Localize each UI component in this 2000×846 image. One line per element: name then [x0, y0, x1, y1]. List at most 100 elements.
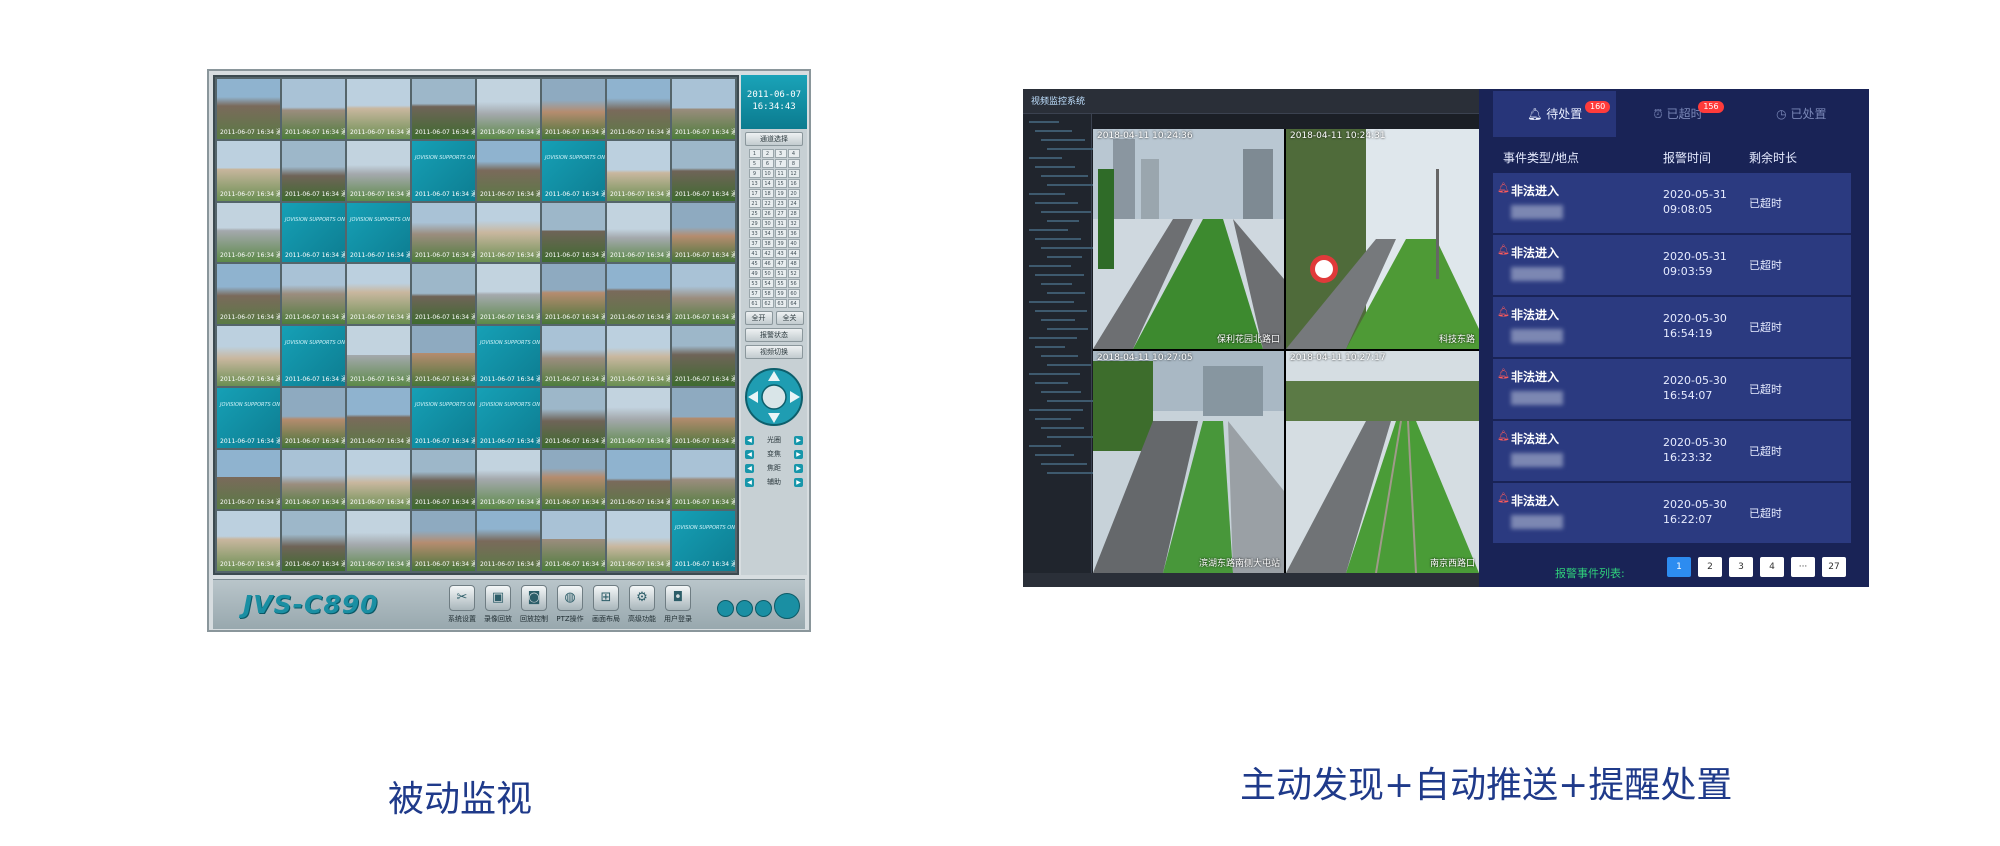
- camera-cell[interactable]: 2011-06-07 16:34 通道: [347, 326, 410, 386]
- tree-node[interactable]: [1035, 274, 1084, 276]
- channel-number-button[interactable]: 19: [774, 189, 787, 198]
- page-button[interactable]: 3: [1729, 557, 1753, 577]
- camera-cell[interactable]: 2011-06-07 16:34 通道: [282, 79, 345, 139]
- tree-node[interactable]: [1029, 265, 1071, 267]
- tree-node[interactable]: [1041, 463, 1087, 465]
- tab-handled[interactable]: ◷ 已处置: [1740, 91, 1863, 137]
- tree-node[interactable]: [1029, 229, 1068, 231]
- camera-cell[interactable]: 2011-06-07 16:34 通道: [542, 264, 605, 324]
- video-view-2[interactable]: 2018-04-11 10:24:31 科技东路: [1286, 129, 1479, 349]
- camera-cell[interactable]: JOVISION SUPPORTS ONLINE 2011-06-07 16:34…: [282, 326, 345, 386]
- channel-number-button[interactable]: 43: [774, 249, 787, 258]
- camera-cell[interactable]: 2011-06-07 16:34 通道: [282, 511, 345, 571]
- camera-cell[interactable]: 2011-06-07 16:34 通道: [477, 140, 540, 201]
- playback-control-button[interactable]: ◙ 回放控制: [517, 585, 551, 624]
- tree-node[interactable]: [1029, 445, 1061, 447]
- camera-cell[interactable]: 2011-06-07 16:34 通道: [412, 202, 475, 263]
- camera-cell[interactable]: JOVISION SUPPORTS ONLINE 2011-06-07 16:34…: [412, 387, 475, 448]
- event-row[interactable]: 🔔︎ 非法进入 2020-05-30 16:54:07 已超时: [1493, 359, 1851, 419]
- open-all-button[interactable]: 全开: [744, 311, 773, 325]
- tree-node[interactable]: [1047, 436, 1097, 438]
- channel-number-button[interactable]: 57: [748, 289, 761, 298]
- tree-node[interactable]: [1035, 382, 1068, 384]
- camera-cell[interactable]: 2011-06-07 16:34 通道: [347, 264, 410, 324]
- event-row[interactable]: 🔔︎ 非法进入 2020-05-31 09:03:59 已超时: [1493, 235, 1851, 295]
- channel-number-button[interactable]: 26: [761, 209, 774, 218]
- channel-number-button[interactable]: 22: [761, 199, 774, 208]
- channel-number-button[interactable]: 25: [748, 209, 761, 218]
- event-row[interactable]: 🔔︎ 非法进入 2020-05-30 16:23:32 已超时: [1493, 421, 1851, 481]
- channel-number-button[interactable]: 35: [774, 229, 787, 238]
- tree-node[interactable]: [1035, 166, 1075, 168]
- camera-cell[interactable]: 2011-06-07 16:34 通道: [412, 511, 475, 571]
- camera-cell[interactable]: 2011-06-07 16:34 通道: [607, 79, 670, 139]
- channel-number-button[interactable]: 1: [748, 149, 761, 158]
- event-row[interactable]: 🔔︎ 非法进入 2020-05-31 09:08:05 已超时: [1493, 173, 1851, 233]
- channel-number-button[interactable]: 21: [748, 199, 761, 208]
- channel-number-button[interactable]: 45: [748, 259, 761, 268]
- tree-node[interactable]: [1047, 220, 1079, 222]
- event-row[interactable]: 🔔︎ 非法进入 2020-05-30 16:22:07 已超时: [1493, 483, 1851, 543]
- camera-cell[interactable]: 2011-06-07 16:34 通道: [412, 449, 475, 510]
- tree-node[interactable]: [1035, 238, 1081, 240]
- channel-number-button[interactable]: 52: [787, 269, 800, 278]
- channel-number-button[interactable]: 24: [787, 199, 800, 208]
- camera-cell[interactable]: 2011-06-07 16:34 通道: [217, 140, 280, 201]
- channel-number-button[interactable]: 9: [748, 169, 761, 178]
- channel-number-button[interactable]: 50: [761, 269, 774, 278]
- camera-cell[interactable]: JOVISION SUPPORTS ONLINE 2011-06-07 16:34…: [282, 202, 345, 263]
- camera-cell[interactable]: 2011-06-07 16:34 通道: [412, 79, 475, 139]
- channel-number-button[interactable]: 4: [787, 149, 800, 158]
- focus-minus-icon[interactable]: ◀: [745, 463, 754, 473]
- channel-number-button[interactable]: 56: [787, 279, 800, 288]
- zoom-plus-icon[interactable]: ▶: [794, 449, 803, 459]
- camera-cell[interactable]: 2011-06-07 16:34 通道: [542, 326, 605, 386]
- advanced-button[interactable]: ⚙ 高级功能: [625, 585, 659, 624]
- channel-number-button[interactable]: 34: [761, 229, 774, 238]
- event-row[interactable]: 🔔︎ 非法进入 2020-05-30 16:54:19 已超时: [1493, 297, 1851, 357]
- camera-cell[interactable]: 2011-06-07 16:34 通道: [282, 264, 345, 324]
- layout-button[interactable]: ⊞ 画面布局: [589, 585, 623, 624]
- power-icon[interactable]: [774, 593, 800, 619]
- camera-cell[interactable]: 2011-06-07 16:34 通道: [217, 326, 280, 386]
- camera-cell[interactable]: 2011-06-07 16:34 通道: [672, 387, 735, 448]
- tree-node[interactable]: [1047, 328, 1088, 330]
- camera-cell[interactable]: 2011-06-07 16:34 通道: [607, 202, 670, 263]
- camera-cell[interactable]: 2011-06-07 16:34 通道: [217, 511, 280, 571]
- channel-number-button[interactable]: 10: [761, 169, 774, 178]
- camera-cell[interactable]: JOVISION SUPPORTS ONLINE 2011-06-07 16:34…: [672, 511, 735, 571]
- tree-node[interactable]: [1029, 301, 1074, 303]
- help-icon[interactable]: [717, 600, 734, 617]
- camera-cell[interactable]: 2011-06-07 16:34 通道: [347, 140, 410, 201]
- channel-number-button[interactable]: 33: [748, 229, 761, 238]
- camera-cell[interactable]: JOVISION SUPPORTS ONLINE 2011-06-07 16:34…: [477, 387, 540, 448]
- tree-node[interactable]: [1041, 175, 1088, 177]
- tree-node[interactable]: [1047, 148, 1098, 150]
- channel-number-button[interactable]: 48: [787, 259, 800, 268]
- channel-number-button[interactable]: 20: [787, 189, 800, 198]
- channel-number-button[interactable]: 58: [761, 289, 774, 298]
- playback-button[interactable]: ▣ 录像回放: [481, 585, 515, 624]
- camera-cell[interactable]: 2011-06-07 16:34 通道: [477, 449, 540, 510]
- tree-node[interactable]: [1047, 400, 1094, 402]
- tree-node[interactable]: [1041, 319, 1075, 321]
- channel-number-button[interactable]: 14: [761, 179, 774, 188]
- tree-node[interactable]: [1041, 283, 1072, 285]
- tree-node[interactable]: [1029, 337, 1077, 339]
- camera-cell[interactable]: JOVISION SUPPORTS ONLINE 2011-06-07 16:34…: [347, 202, 410, 263]
- tree-node[interactable]: [1029, 121, 1059, 123]
- camera-cell[interactable]: 2011-06-07 16:34 通道: [542, 511, 605, 571]
- ptz-direction-pad[interactable]: [744, 367, 804, 427]
- video-view-3[interactable]: 2018-04-11 10:27:05 滨湖东路南侧大屯站: [1093, 351, 1284, 573]
- camera-cell[interactable]: 2011-06-07 16:34 通道: [672, 140, 735, 201]
- camera-cell[interactable]: 2011-06-07 16:34 通道: [217, 264, 280, 324]
- channel-number-button[interactable]: 11: [774, 169, 787, 178]
- channel-number-button[interactable]: 30: [761, 219, 774, 228]
- camera-cell[interactable]: 2011-06-07 16:34 通道: [607, 264, 670, 324]
- channel-number-button[interactable]: 51: [774, 269, 787, 278]
- camera-cell[interactable]: 2011-06-07 16:34 通道: [477, 511, 540, 571]
- channel-select-button[interactable]: 通道选择: [745, 132, 803, 146]
- channel-number-button[interactable]: 18: [761, 189, 774, 198]
- page-button[interactable]: 2: [1698, 557, 1722, 577]
- tree-node[interactable]: [1041, 391, 1081, 393]
